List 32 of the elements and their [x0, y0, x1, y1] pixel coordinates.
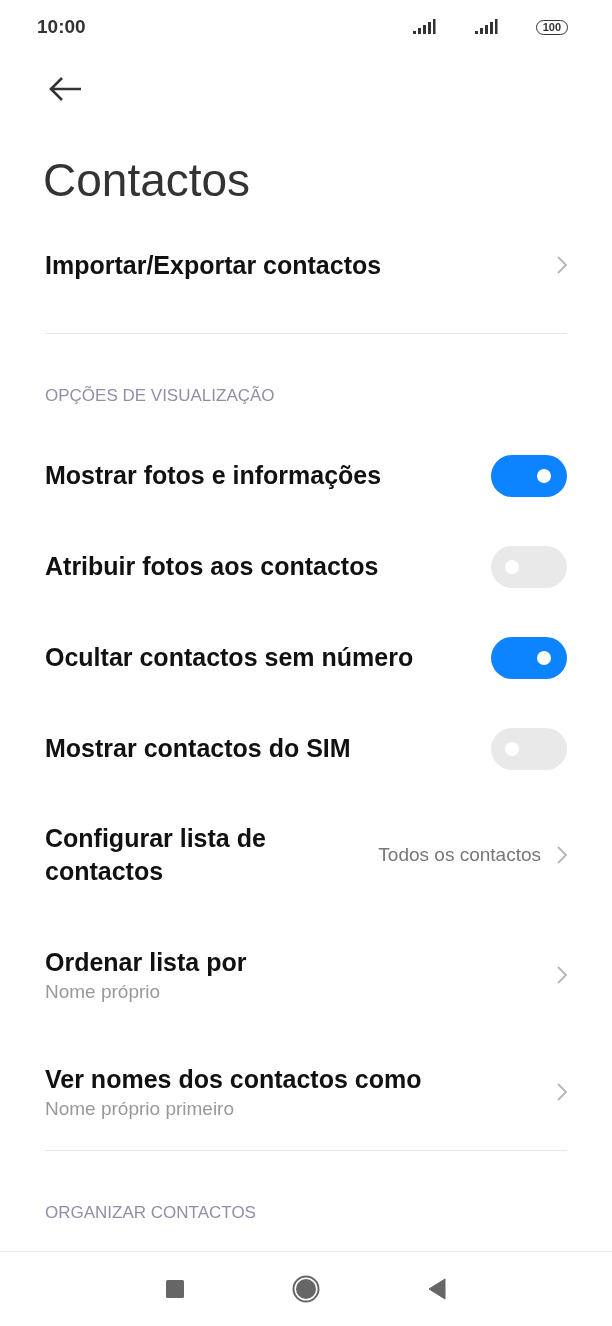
row-label: Mostrar contactos do SIM [45, 733, 351, 764]
settings-row[interactable]: Mostrar fotos e informações [45, 430, 567, 521]
section-header: OPÇÕES DE VISUALIZAÇÃO [45, 386, 276, 406]
row-label: Importar/Exportar contactos [45, 249, 382, 281]
chevron-icon [557, 1082, 567, 1101]
row-label: Ver nomes dos contactos como [45, 1064, 422, 1095]
row-label: Ordenar lista por [45, 947, 247, 978]
row-subtitle: Nome próprio [45, 981, 162, 1003]
toggle-switch[interactable] [491, 454, 567, 497]
chevron-icon [557, 965, 567, 984]
row-label: Configurar lista de contactos [45, 823, 267, 887]
home-button-icon[interactable] [292, 1275, 320, 1303]
settings-row[interactable]: Atribuir fotos aos contactos [45, 521, 567, 612]
row-label: Mostrar fotos e informações [45, 460, 382, 491]
status-time: 10:00 [37, 16, 86, 38]
row-label: Ocultar contactos sem número [45, 642, 414, 673]
chevron-icon [557, 846, 567, 864]
signal-icon [411, 19, 436, 35]
chevron-icon [557, 256, 567, 274]
settings-row[interactable]: Ver nomes dos contactos como Nome próprio primeiro [45, 1033, 567, 1150]
settings-row[interactable]: Configurar lista de contactos Todos os contactos [45, 794, 567, 916]
section-header: ORGANIZAR CONTACTOS [45, 1203, 257, 1223]
settings-row[interactable]: Ordenar lista por Nome próprio [45, 916, 567, 1033]
toggle-switch[interactable] [491, 636, 567, 679]
back-button-icon[interactable] [428, 1278, 446, 1300]
row-value: Todos os contactos [378, 844, 541, 866]
back-arrow-icon[interactable] [49, 77, 83, 101]
signal-icon [473, 19, 498, 35]
row-label: Atribuir fotos aos contactos [45, 551, 379, 582]
row-subtitle: Nome próprio primeiro [45, 1098, 235, 1120]
settings-row[interactable]: Ocultar contactos sem número [45, 612, 567, 703]
settings-row[interactable]: Mostrar contactos do SIM [45, 703, 567, 794]
